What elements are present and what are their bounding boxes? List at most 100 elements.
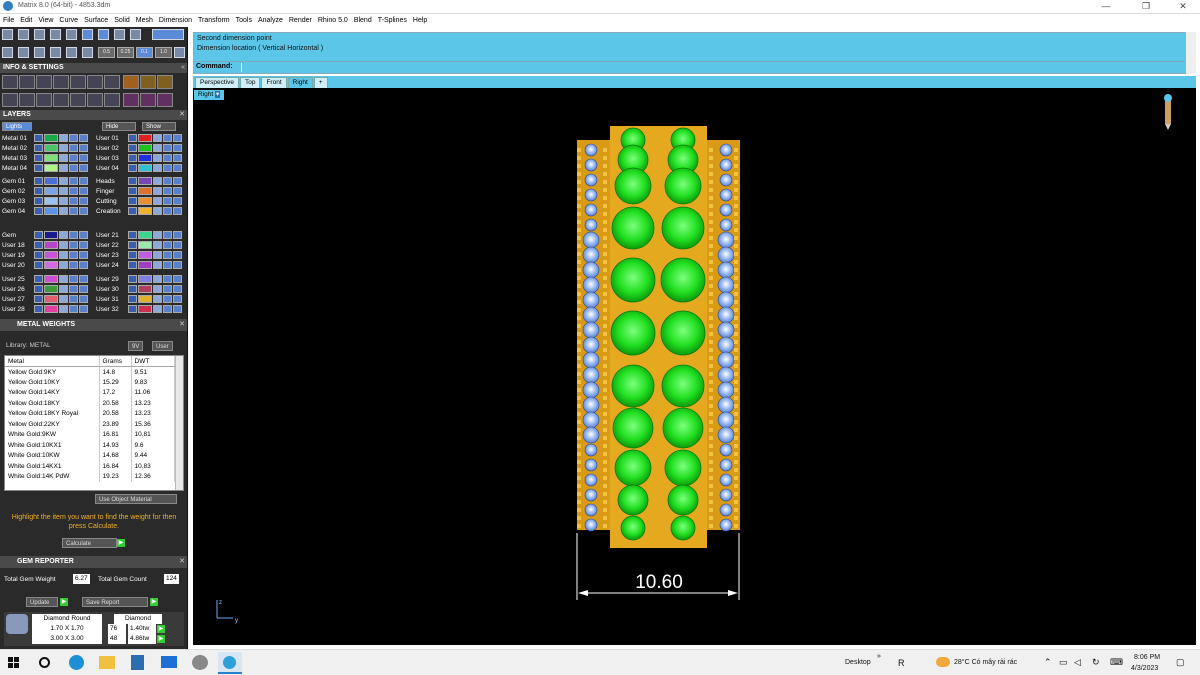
layer-color-swatch[interactable] [138,261,152,269]
layer-lock-icon[interactable] [153,285,162,293]
snap-value-3[interactable]: 0.1 [136,47,153,58]
layer-material-icon[interactable] [79,295,88,303]
lights-toggle[interactable]: Lights [2,122,32,131]
layer-visibility-icon[interactable] [34,251,43,259]
layer-select-icon[interactable] [163,231,172,239]
layer-material-icon[interactable] [79,154,88,162]
layer-select-icon[interactable] [69,197,78,205]
command-line[interactable]: Command: [193,61,1185,73]
viewport-label[interactable]: Right ▾ [194,90,225,100]
globe-icon[interactable] [36,93,52,107]
layer-material-icon[interactable] [79,164,88,172]
layer-row[interactable]: Gem 03 [0,197,92,206]
layer-select-icon[interactable] [163,144,172,152]
tray-chevron-icon[interactable]: ⌃ [1044,657,1052,668]
layer-material-icon[interactable] [173,295,182,303]
layer-color-swatch[interactable] [44,241,58,249]
layer-select-icon[interactable] [69,144,78,152]
notification-icon[interactable]: ▢ [1176,657,1185,668]
layer-select-icon[interactable] [163,187,172,195]
store-icon[interactable] [131,655,144,670]
menu-mesh[interactable]: Mesh [133,14,156,27]
car-icon[interactable] [36,75,52,89]
select-tool-icon[interactable] [2,47,13,58]
table-row[interactable]: White Gold:14K PdW 19.23 12.36 [5,471,175,482]
menu-curve[interactable]: Curve [56,14,81,27]
layer-visibility-icon[interactable] [34,231,43,239]
layer-lock-icon[interactable] [153,134,162,142]
use-object-material-select[interactable]: Use Object Material [95,494,177,504]
table-row[interactable]: White Gold:9KW 16.81 10.81 [5,429,175,440]
layer-material-icon[interactable] [79,207,88,215]
layer-lock-icon[interactable] [59,241,68,249]
eye-tool-icon[interactable] [66,47,77,58]
edge-browser-icon[interactable] [69,655,84,670]
angle-tool-icon[interactable] [66,29,77,40]
layer-row[interactable]: Gem 02 [0,187,92,196]
layer-color-swatch[interactable] [44,144,58,152]
table-row[interactable]: White Gold:10KW 14.68 9.44 [5,450,175,461]
layer-lock-icon[interactable] [153,295,162,303]
layer-lock-icon[interactable] [153,275,162,283]
layer-color-swatch[interactable] [138,251,152,259]
layer-lock-icon[interactable] [59,164,68,172]
layer-row[interactable]: User 31 [94,295,186,304]
col-grams[interactable]: Grams [99,356,132,367]
layer-lock-icon[interactable] [153,197,162,205]
layer-material-icon[interactable] [173,197,182,205]
layer-select-icon[interactable] [163,275,172,283]
layer-color-swatch[interactable] [44,187,58,195]
file-explorer-icon[interactable] [99,656,115,669]
layer-select-icon[interactable] [69,261,78,269]
layer-material-icon[interactable] [173,285,182,293]
layer-select-icon[interactable] [69,241,78,249]
layer-color-swatch[interactable] [138,154,152,162]
menu-transform[interactable]: Transform [195,14,233,27]
layer-lock-icon[interactable] [153,164,162,172]
layer-color-swatch[interactable] [44,275,58,283]
layer-visibility-icon[interactable] [34,177,43,185]
layer-select-icon[interactable] [69,231,78,239]
layer-material-icon[interactable] [79,231,88,239]
layer-lock-icon[interactable] [59,154,68,162]
menu-blend[interactable]: Blend [351,14,375,27]
clock-date[interactable]: 4/3/2023 [1131,665,1158,672]
command-scrollbar[interactable] [1185,32,1196,74]
layer-visibility-icon[interactable] [128,295,137,303]
layer-lock-icon[interactable] [153,251,162,259]
layer-visibility-icon[interactable] [34,144,43,152]
menu-surface[interactable]: Surface [81,14,111,27]
layer-material-icon[interactable] [79,261,88,269]
update-button[interactable]: Update [26,597,58,607]
layer-material-icon[interactable] [173,305,182,313]
layer-lock-icon[interactable] [59,207,68,215]
layer-lock-icon[interactable] [59,197,68,205]
layer-lock-icon[interactable] [59,177,68,185]
layer-row[interactable]: Metal 02 [0,144,92,153]
keyboard-icon[interactable]: ⌨ [1110,657,1123,668]
layer-material-icon[interactable] [173,251,182,259]
edit-tool-icon[interactable] [18,47,29,58]
layer-color-swatch[interactable] [138,197,152,205]
layer-material-icon[interactable] [79,134,88,142]
layer-lock-icon[interactable] [59,275,68,283]
layer-row[interactable]: Metal 01 [0,134,92,143]
windows-start-icon[interactable] [8,657,19,668]
layer-row[interactable]: User 28 [0,305,92,314]
table-row[interactable]: White Gold:14KX1 16.84 10.83 [5,461,175,472]
layer-lock-icon[interactable] [59,305,68,313]
layer-row[interactable]: Gem [0,231,92,240]
hide-layers-button[interactable]: Hide [102,122,136,131]
layer-visibility-icon[interactable] [128,241,137,249]
layer-color-swatch[interactable] [138,231,152,239]
layer-row[interactable]: User 24 [94,261,186,270]
layer-material-icon[interactable] [79,144,88,152]
layer-visibility-icon[interactable] [128,231,137,239]
weather-text[interactable]: 28°C Có mây rải rác [954,659,1017,666]
layer-row[interactable]: User 30 [94,285,186,294]
tools-icon[interactable] [104,93,120,107]
layer-material-icon[interactable] [79,187,88,195]
tab-add[interactable]: + [313,77,328,88]
menu-tools[interactable]: Tools [233,14,255,27]
layer-color-swatch[interactable] [44,261,58,269]
